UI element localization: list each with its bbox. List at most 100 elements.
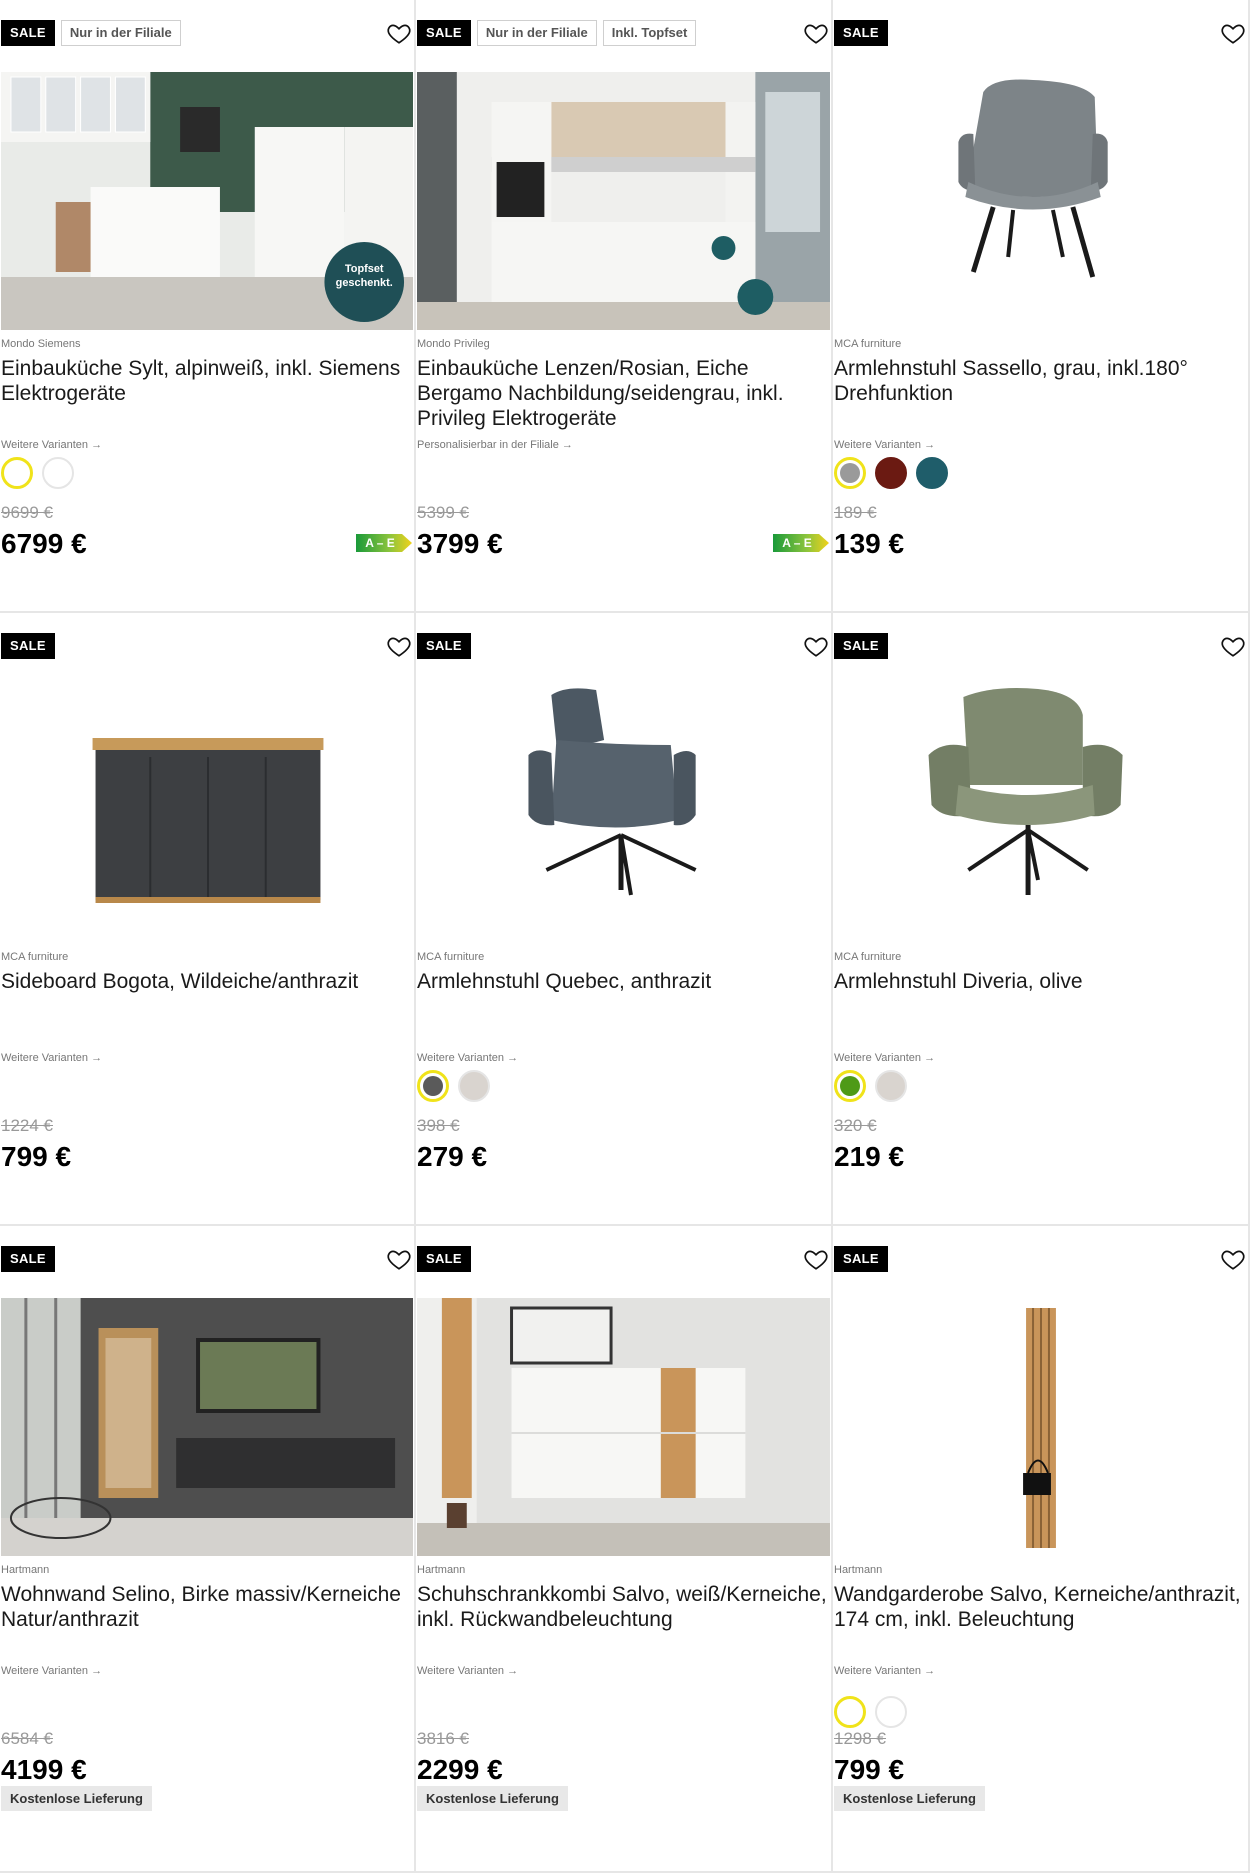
color-swatch[interactable] — [417, 1070, 449, 1102]
sale-price: 279 € — [417, 1141, 488, 1172]
color-swatch[interactable] — [42, 457, 74, 489]
personalize-link[interactable]: Personalisierbar in der Filiale → — [417, 439, 573, 451]
heart-icon[interactable] — [803, 633, 829, 659]
color-swatch[interactable] — [875, 1070, 907, 1102]
sale-price: 799 € — [1, 1141, 72, 1172]
product-image[interactable] — [834, 1298, 1247, 1556]
old-price: 189 € — [834, 503, 877, 522]
badge-row: SALE — [834, 1246, 888, 1272]
variants-link[interactable]: Weitere Varianten → — [834, 1665, 935, 1677]
sale-price: 4199 € — [1, 1754, 87, 1785]
product-title[interactable]: Armlehnstuhl Sassello, grau, inkl.180° D… — [834, 356, 1244, 406]
color-swatches — [834, 1070, 907, 1102]
old-price: 6584 € — [1, 1729, 53, 1748]
variants-link[interactable]: Weitere Varianten → — [834, 1052, 935, 1064]
heart-icon[interactable] — [803, 1246, 829, 1272]
product-title[interactable]: Schuhschrankkombi Salvo, weiß/Kerneiche,… — [417, 1582, 827, 1632]
sale-badge: SALE — [1, 20, 55, 46]
brand-label: Hartmann — [417, 1564, 466, 1576]
product-image[interactable] — [417, 1298, 830, 1556]
brand-label: MCA furniture — [834, 951, 902, 963]
heart-icon[interactable] — [386, 633, 412, 659]
heart-icon[interactable] — [1220, 633, 1246, 659]
product-title[interactable]: Wandgarderobe Salvo, Kerneiche/anthrazit… — [834, 1582, 1244, 1632]
heart-icon[interactable] — [386, 20, 412, 46]
energy-text: A – E — [782, 536, 812, 550]
old-price: 320 € — [834, 1116, 877, 1135]
color-swatch[interactable] — [875, 1696, 907, 1728]
sale-badge: SALE — [1, 633, 55, 659]
old-price: 5399 € — [417, 503, 469, 522]
product-image[interactable] — [834, 685, 1247, 943]
variants-link[interactable]: Weitere Varianten → — [1, 439, 102, 451]
product-card[interactable]: SALE Nur in der Filiale Inkl. Topfset Mo… — [416, 0, 833, 613]
product-card[interactable]: SALE MCA furniture Armlehnstuhl Diveria,… — [833, 613, 1250, 1226]
variants-link[interactable]: Weitere Varianten → — [417, 1665, 518, 1677]
product-image[interactable] — [834, 72, 1247, 330]
product-image[interactable] — [417, 72, 830, 330]
color-swatches — [834, 1696, 907, 1728]
product-card[interactable]: SALE Hartmann Wandgarderobe Salvo, Kerne… — [833, 1226, 1250, 1873]
heart-icon[interactable] — [386, 1246, 412, 1272]
sale-badge: SALE — [417, 633, 471, 659]
variants-link[interactable]: Weitere Varianten → — [1, 1665, 102, 1677]
brand-label: Mondo Siemens — [1, 338, 81, 350]
free-delivery-badge: Kostenlose Lieferung — [417, 1786, 568, 1811]
variants-link[interactable]: Weitere Varianten → — [1, 1052, 102, 1064]
product-card[interactable]: SALE MCA furniture Armlehnstuhl Quebec, … — [416, 613, 833, 1226]
heart-icon[interactable] — [1220, 1246, 1246, 1272]
color-swatch[interactable] — [834, 457, 866, 489]
product-title[interactable]: Einbauküche Sylt, alpinweiß, inkl. Sieme… — [1, 356, 410, 406]
free-delivery-badge: Kostenlose Lieferung — [834, 1786, 985, 1811]
energy-label[interactable]: A – E — [773, 534, 829, 552]
sale-badge: SALE — [834, 1246, 888, 1272]
product-title[interactable]: Armlehnstuhl Diveria, olive — [834, 969, 1244, 994]
energy-label[interactable]: A – E — [356, 534, 412, 552]
color-swatch[interactable] — [1, 457, 33, 489]
product-image[interactable] — [1, 685, 413, 943]
product-title[interactable]: Sideboard Bogota, Wildeiche/anthrazit — [1, 969, 410, 994]
color-swatches — [1, 457, 74, 489]
brand-label: Mondo Privileg — [417, 338, 490, 350]
badge-row: SALE — [834, 633, 888, 659]
free-delivery-badge: Kostenlose Lieferung — [1, 1786, 152, 1811]
product-image[interactable]: Topfset geschenkt. — [1, 72, 413, 330]
sale-badge: SALE — [417, 20, 471, 46]
product-title[interactable]: Einbauküche Lenzen/Rosian, Eiche Bergamo… — [417, 356, 827, 431]
variants-link[interactable]: Weitere Varianten → — [417, 1052, 518, 1064]
product-card[interactable]: SALE Nur in der Filiale Topfset geschenk… — [0, 0, 416, 613]
badge-row: SALE Nur in der Filiale — [1, 20, 181, 46]
old-price: 1298 € — [834, 1729, 886, 1748]
variants-link[interactable]: Weitere Varianten → — [834, 439, 935, 451]
product-card[interactable]: SALE Hartmann Schuhschrankkombi Salvo, w… — [416, 1226, 833, 1873]
product-image[interactable] — [1, 1298, 413, 1556]
color-swatch[interactable] — [834, 1696, 866, 1728]
old-price: 9699 € — [1, 503, 53, 522]
energy-text: A – E — [365, 536, 395, 550]
brand-label: MCA furniture — [417, 951, 485, 963]
color-swatch[interactable] — [458, 1070, 490, 1102]
badge-row: SALE — [417, 633, 471, 659]
brand-label: Hartmann — [1, 1564, 50, 1576]
color-swatch[interactable] — [875, 457, 907, 489]
product-title[interactable]: Wohnwand Selino, Birke massiv/Kerneiche … — [1, 1582, 410, 1632]
color-swatch[interactable] — [834, 1070, 866, 1102]
sale-badge: SALE — [834, 633, 888, 659]
color-swatches — [417, 1070, 490, 1102]
old-price: 1224 € — [1, 1116, 53, 1135]
color-swatch[interactable] — [916, 457, 948, 489]
badge-row: SALE — [1, 1246, 55, 1272]
badge-row: SALE — [834, 20, 888, 46]
old-price: 3816 € — [417, 1729, 469, 1748]
heart-icon[interactable] — [1220, 20, 1246, 46]
product-image[interactable] — [417, 685, 830, 943]
badge-row: SALE — [1, 633, 55, 659]
product-card[interactable]: SALE Hartmann Wohnwand Selino, Birke mas… — [0, 1226, 416, 1873]
heart-icon[interactable] — [803, 20, 829, 46]
sale-price: 139 € — [834, 528, 905, 559]
sale-badge: SALE — [1, 1246, 55, 1272]
product-card[interactable]: SALE MCA furniture Sideboard Bogota, Wil… — [0, 613, 416, 1226]
product-card[interactable]: SALE MCA furniture Armlehnstuhl Sassello… — [833, 0, 1250, 613]
svg-text:geschenkt.: geschenkt. — [336, 277, 393, 289]
product-title[interactable]: Armlehnstuhl Quebec, anthrazit — [417, 969, 827, 994]
